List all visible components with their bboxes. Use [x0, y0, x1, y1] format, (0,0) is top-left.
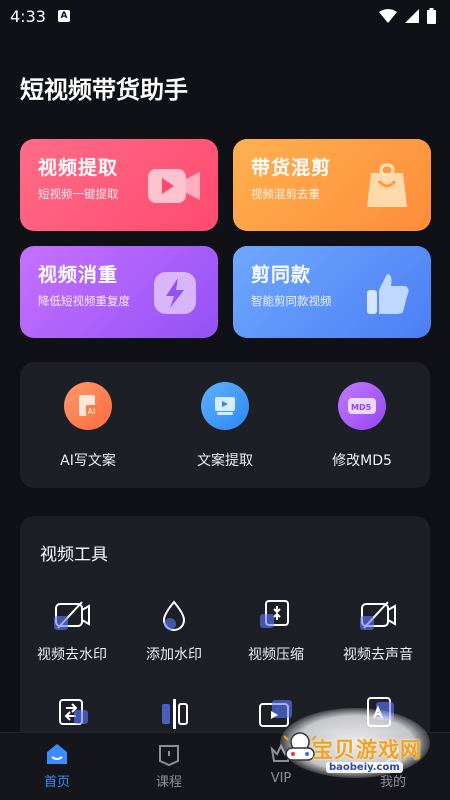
add-watermark-icon: [162, 600, 186, 631]
mute-video-icon: [360, 601, 396, 630]
wifi-icon: [379, 9, 397, 23]
nav-profile[interactable]: 我的: [348, 741, 438, 790]
section-title: 视频工具: [40, 545, 108, 565]
nav-home[interactable]: 首页: [12, 741, 102, 790]
tool-compress-video[interactable]: 视频压缩: [226, 598, 326, 664]
thumbs-up-icon: [367, 274, 409, 314]
video-tools-panel: 视频工具 视频去水印 添加水印 视频压缩 视频去声音: [20, 516, 430, 746]
nav-label: VIP: [270, 771, 292, 786]
quick-tool-text-extract[interactable]: 文案提取: [165, 382, 285, 470]
status-indicators: [379, 8, 436, 24]
quick-tool-md5[interactable]: MD5 修改MD5: [302, 382, 422, 470]
tool-remove-watermark[interactable]: 视频去水印: [22, 598, 122, 664]
quick-tool-label: 修改MD5: [332, 453, 392, 469]
profile-icon: [383, 744, 403, 766]
feature-card-dedupe[interactable]: 视频消重 降低短视频重复度: [20, 246, 218, 338]
nav-label: 首页: [43, 775, 70, 790]
battery-icon: [427, 8, 436, 24]
quick-tool-label: AI写文案: [60, 453, 116, 469]
feature-card-same-style[interactable]: 剪同款 智能剪同款视频: [233, 246, 431, 338]
course-icon: [159, 745, 179, 767]
tool-label: 视频去水印: [37, 647, 107, 663]
home-icon: [47, 744, 67, 764]
film-icon[interactable]: [256, 696, 296, 730]
text-extract-icon: [201, 382, 249, 430]
bottom-nav: 首页 课程 VIP 我的: [0, 732, 450, 800]
nav-label: 课程: [155, 775, 182, 790]
nav-course[interactable]: 课程: [124, 741, 214, 790]
status-bar: 4:33 A: [0, 0, 450, 32]
md5-icon: MD5: [338, 382, 386, 430]
quick-tool-label: 文案提取: [197, 453, 253, 469]
play-video-icon: [148, 169, 200, 203]
shopping-bag-icon: [367, 163, 407, 207]
quick-tool-ai-copy[interactable]: AI AI写文案: [28, 382, 148, 470]
nav-vip[interactable]: VIP: [236, 741, 326, 786]
compress-video-icon: [260, 600, 289, 628]
remove-watermark-icon: [54, 601, 90, 630]
tool-label: 添加水印: [146, 647, 202, 663]
reverse-video-icon[interactable]: [52, 696, 92, 730]
svg-text:MD5: MD5: [351, 403, 372, 412]
vip-icon: [270, 743, 292, 762]
status-time: 4:33: [10, 6, 46, 26]
page-title: 短视频带货助手: [20, 76, 188, 104]
tool-add-watermark[interactable]: 添加水印: [124, 598, 224, 664]
lightning-icon: [154, 272, 196, 314]
text-video-icon[interactable]: [358, 696, 398, 730]
tool-label: 视频去声音: [343, 647, 413, 663]
feature-card-video-extract[interactable]: 视频提取 短视频一键提取: [20, 139, 218, 231]
tool-mute-video[interactable]: 视频去声音: [328, 598, 428, 664]
split-video-icon[interactable]: [154, 696, 194, 730]
tool-label: 视频压缩: [248, 647, 304, 663]
app-notification-icon: A: [57, 10, 70, 22]
nav-label: 我的: [379, 775, 406, 790]
quick-tools-panel: AI AI写文案 文案提取 MD5 修改MD5: [20, 362, 430, 488]
svg-text:AI: AI: [88, 407, 96, 416]
ai-document-icon: AI: [64, 382, 112, 430]
signal-icon: [405, 9, 419, 23]
feature-card-product-mix[interactable]: 带货混剪 视频混剪去重: [233, 139, 431, 231]
